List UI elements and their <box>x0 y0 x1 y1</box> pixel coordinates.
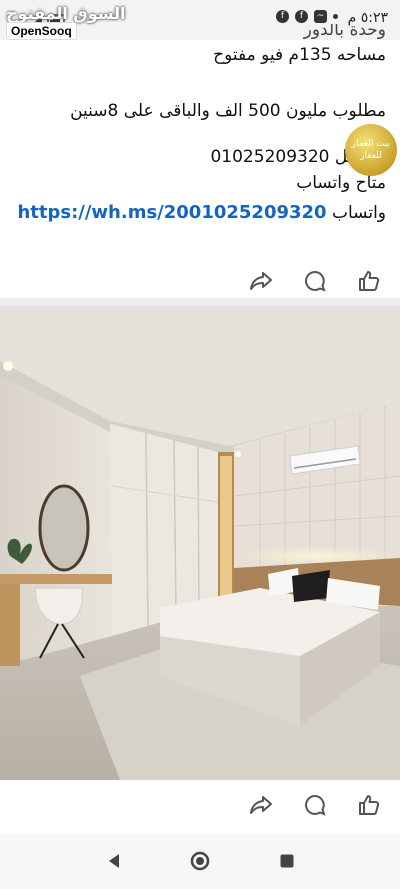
status-notification-icons: f f ~ <box>276 10 338 23</box>
post-line-price: مطلوب مليون 500 الف والباقى على 8سنين <box>70 101 386 121</box>
agency-badge-logo: بيت العمار للعقار <box>345 124 397 176</box>
post-actions-top <box>248 268 382 294</box>
facebook-icon: f <box>295 10 308 23</box>
watermark-logo: السوق المفتوح <box>6 4 126 23</box>
like-icon[interactable] <box>356 268 382 294</box>
system-nav-bar <box>0 833 400 889</box>
whatsapp-label: واتساب <box>331 203 386 223</box>
share-icon[interactable] <box>248 268 274 294</box>
back-triangle-icon[interactable] <box>106 853 122 873</box>
post-body: وحدة بالدور مساحه 135م فيو مفتوح مطلوب م… <box>6 24 386 226</box>
dot-icon <box>333 14 338 19</box>
comment-icon[interactable] <box>302 268 328 294</box>
whatsapp-link[interactable]: https://wh.ms/2001025209320 <box>17 202 326 223</box>
like-icon[interactable] <box>356 792 382 818</box>
post-divider <box>0 298 400 306</box>
share-icon[interactable] <box>248 792 274 818</box>
recents-square-icon[interactable] <box>279 853 295 873</box>
post-line-whatsapp: واتساب https://wh.ms/2001025209320 <box>6 200 386 226</box>
post-line-partial: وحدة بالدور <box>303 24 386 40</box>
bedroom-photo[interactable] <box>0 306 400 780</box>
post-actions-bottom <box>248 792 382 818</box>
post-line-contact: لتواصل 01025209320 <box>210 147 386 167</box>
post-line-area: مساحه 135م فيو مفتوح <box>213 45 386 65</box>
post-line-whatsapp-available: متاح واتساب <box>296 173 386 193</box>
facebook-icon: f <box>276 10 289 23</box>
messenger-icon: ~ <box>314 10 327 23</box>
home-circle-icon[interactable] <box>190 851 210 875</box>
comment-icon[interactable] <box>302 792 328 818</box>
